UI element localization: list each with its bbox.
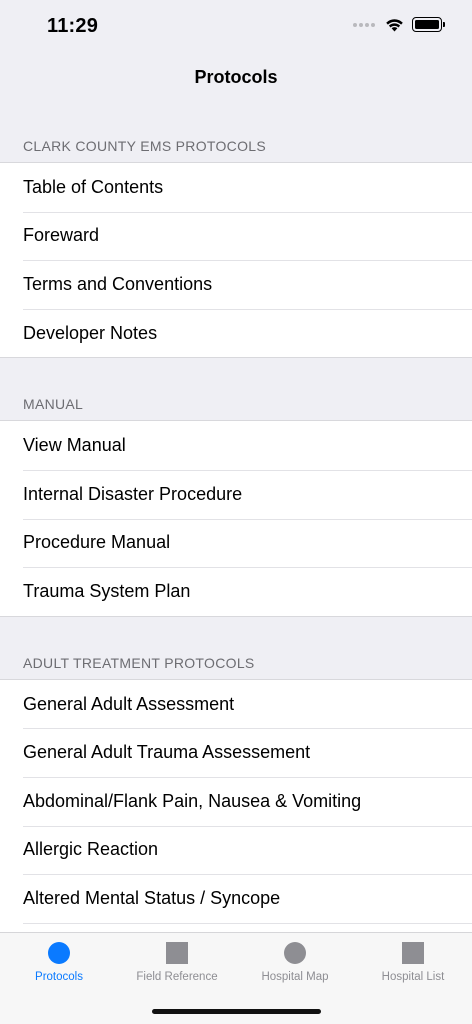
tab-hospital-list[interactable]: Hospital List — [354, 933, 472, 1024]
list-item[interactable]: Procedure Manual — [0, 518, 472, 568]
section-manual: View Manual Internal Disaster Procedure … — [0, 420, 472, 617]
square-icon — [166, 942, 188, 964]
section-header: CLARK COUNTY EMS PROTOCOLS — [0, 100, 472, 162]
square-icon — [402, 942, 424, 964]
list-item-label: Altered Mental Status / Syncope — [23, 887, 281, 908]
tab-label: Hospital Map — [261, 971, 329, 983]
home-indicator[interactable] — [152, 1009, 321, 1014]
tab-protocols[interactable]: Protocols — [0, 933, 118, 1024]
list-item-label: General Adult Trauma Assessement — [23, 742, 311, 763]
list-item-label: Internal Disaster Procedure — [23, 483, 243, 504]
list-item-label: Terms and Conventions — [23, 273, 213, 294]
list-item[interactable]: View Manual — [0, 421, 472, 470]
list-item-label: Procedure Manual — [23, 532, 171, 553]
section-header-label: CLARK COUNTY EMS PROTOCOLS — [23, 138, 266, 154]
list-item[interactable]: Trauma System Plan — [0, 567, 472, 616]
tab-label: Field Reference — [136, 971, 218, 983]
list-item-label: Abdominal/Flank Pain, Nausea & Vomiting — [23, 790, 362, 811]
section-header: ADULT TREATMENT PROTOCOLS — [0, 617, 472, 679]
tab-label: Hospital List — [381, 971, 445, 983]
section-header: MANUAL — [0, 358, 472, 420]
list-item[interactable] — [0, 922, 472, 932]
page-title: Protocols — [194, 67, 278, 87]
section-header-label: ADULT TREATMENT PROTOCOLS — [23, 654, 255, 671]
list-item[interactable]: General Adult Trauma Assessement — [0, 728, 472, 777]
cellular-signal-icon — [353, 22, 375, 27]
tab-label: Protocols — [35, 971, 83, 983]
list-item-label: Foreward — [23, 225, 100, 246]
list-item-label: Table of Contents — [23, 176, 164, 197]
status-icons — [353, 17, 445, 32]
status-time: 11:29 — [47, 15, 99, 37]
navigation-bar: Protocols — [0, 54, 472, 100]
list-item[interactable]: Terms and Conventions — [0, 260, 472, 309]
battery-icon — [412, 17, 445, 32]
list-item[interactable]: General Adult Assessment — [0, 680, 472, 729]
list-item-label: Developer Notes — [23, 322, 158, 343]
screen: 11:29 Protocols CLARK COUNTY EMS PROTOCO… — [0, 0, 472, 1024]
section-header-label: MANUAL — [23, 396, 84, 413]
status-bar: 11:29 — [0, 0, 472, 54]
wifi-icon — [386, 18, 403, 31]
list-item-label: General Adult Assessment — [23, 693, 235, 714]
protocol-list[interactable]: CLARK COUNTY EMS PROTOCOLS Table of Cont… — [0, 100, 472, 932]
circle-icon — [284, 942, 306, 964]
section-adult-treatment-protocols: General Adult Assessment General Adult T… — [0, 678, 472, 932]
list-item[interactable]: Foreward — [0, 211, 472, 261]
section-clark-county-ems-protocols: Table of Contents Foreward Terms and Con… — [0, 162, 472, 359]
list-item[interactable]: Allergic Reaction — [0, 825, 472, 875]
list-item-label: Trauma System Plan — [23, 580, 191, 601]
list-item[interactable]: Internal Disaster Procedure — [0, 469, 472, 519]
list-item[interactable]: Abdominal/Flank Pain, Nausea & Vomiting — [0, 776, 472, 826]
list-item[interactable]: Table of Contents — [0, 163, 472, 212]
circle-icon — [48, 942, 70, 964]
list-item-label: View Manual — [23, 435, 126, 456]
list-item-label: Allergic Reaction — [23, 839, 159, 860]
list-item[interactable]: Developer Notes — [0, 308, 472, 358]
list-item[interactable]: Altered Mental Status / Syncope — [0, 874, 472, 923]
